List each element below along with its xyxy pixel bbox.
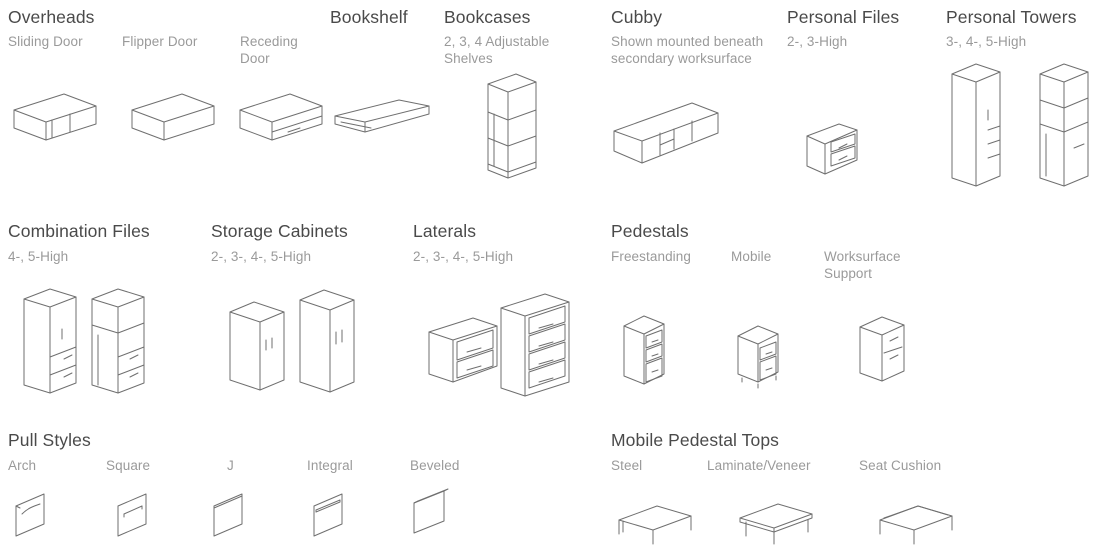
overhead-sliding-door-icon (12, 92, 102, 142)
pull-j-icon (212, 492, 262, 542)
overhead-receding-door-icon (238, 92, 328, 142)
pull-option-square: Square (106, 458, 151, 473)
pull-square-icon (116, 492, 166, 542)
pedestal-top-seat-cushion-icon (878, 498, 958, 548)
pedestal-option-mobile: Mobile (731, 249, 772, 264)
pull-integral-icon (312, 492, 362, 542)
combination-files-note: 4-, 5-High (8, 249, 69, 264)
pull-option-arch: Arch (8, 458, 37, 473)
bookcases-note: 2, 3, 4 Adjustable Shelves (444, 34, 550, 66)
overhead-option-flipper-door: Flipper Door (122, 34, 198, 49)
cubby-title: Cubby (611, 7, 663, 27)
personal-file-icon (805, 122, 865, 182)
top-option-seat-cushion: Seat Cushion (859, 458, 942, 473)
personal-files-title: Personal Files (787, 7, 900, 27)
cubby-icon (612, 101, 722, 171)
combination-file-icon (20, 285, 190, 400)
personal-tower-icon (948, 60, 1098, 190)
bookshelf-icon (333, 98, 433, 138)
overheads-title: Overheads (8, 7, 95, 27)
bookshelf-title: Bookshelf (330, 7, 408, 27)
storage-cabinet-icon (228, 282, 388, 397)
top-option-laminate-veneer: Laminate/Veneer (707, 458, 811, 473)
bookcases-title: Bookcases (444, 7, 531, 27)
personal-files-note: 2-, 3-High (787, 34, 848, 49)
pull-styles-title: Pull Styles (8, 430, 91, 450)
cubby-note: Shown mounted beneath secondary worksurf… (611, 34, 764, 66)
pedestals-title: Pedestals (611, 221, 689, 241)
laterals-title: Laterals (413, 221, 477, 241)
storage-cabinets-title: Storage Cabinets (211, 221, 348, 241)
pedestal-worksurface-support-icon (858, 313, 918, 383)
bookcase-icon (484, 72, 544, 182)
overhead-flipper-door-icon (130, 92, 220, 142)
overhead-option-receding-door: Receding Door (240, 34, 298, 66)
laterals-note: 2-, 3-, 4-, 5-High (413, 249, 514, 264)
mobile-pedestal-tops-title: Mobile Pedestal Tops (611, 430, 780, 450)
pedestal-top-laminate-veneer-icon (738, 496, 818, 546)
personal-towers-title: Personal Towers (946, 7, 1077, 27)
pull-option-integral: Integral (307, 458, 353, 473)
pedestal-mobile-icon (736, 322, 796, 392)
storage-cabinets-note: 2-, 3-, 4-, 5-High (211, 249, 312, 264)
pedestal-option-worksurface-support: Worksurface Support (824, 249, 901, 281)
pedestal-option-freestanding: Freestanding (611, 249, 691, 264)
pull-option-j: J (227, 458, 234, 473)
lateral-file-icon (427, 282, 587, 397)
top-option-steel: Steel (611, 458, 643, 473)
pedestal-freestanding-icon (622, 312, 682, 387)
pull-option-beveled: Beveled (410, 458, 460, 473)
personal-towers-note: 3-, 4-, 5-High (946, 34, 1027, 49)
pull-beveled-icon (412, 487, 462, 542)
overhead-option-sliding-door: Sliding Door (8, 34, 83, 49)
pull-arch-icon (14, 492, 64, 542)
combination-files-title: Combination Files (8, 221, 150, 241)
pedestal-top-steel-icon (617, 500, 697, 545)
